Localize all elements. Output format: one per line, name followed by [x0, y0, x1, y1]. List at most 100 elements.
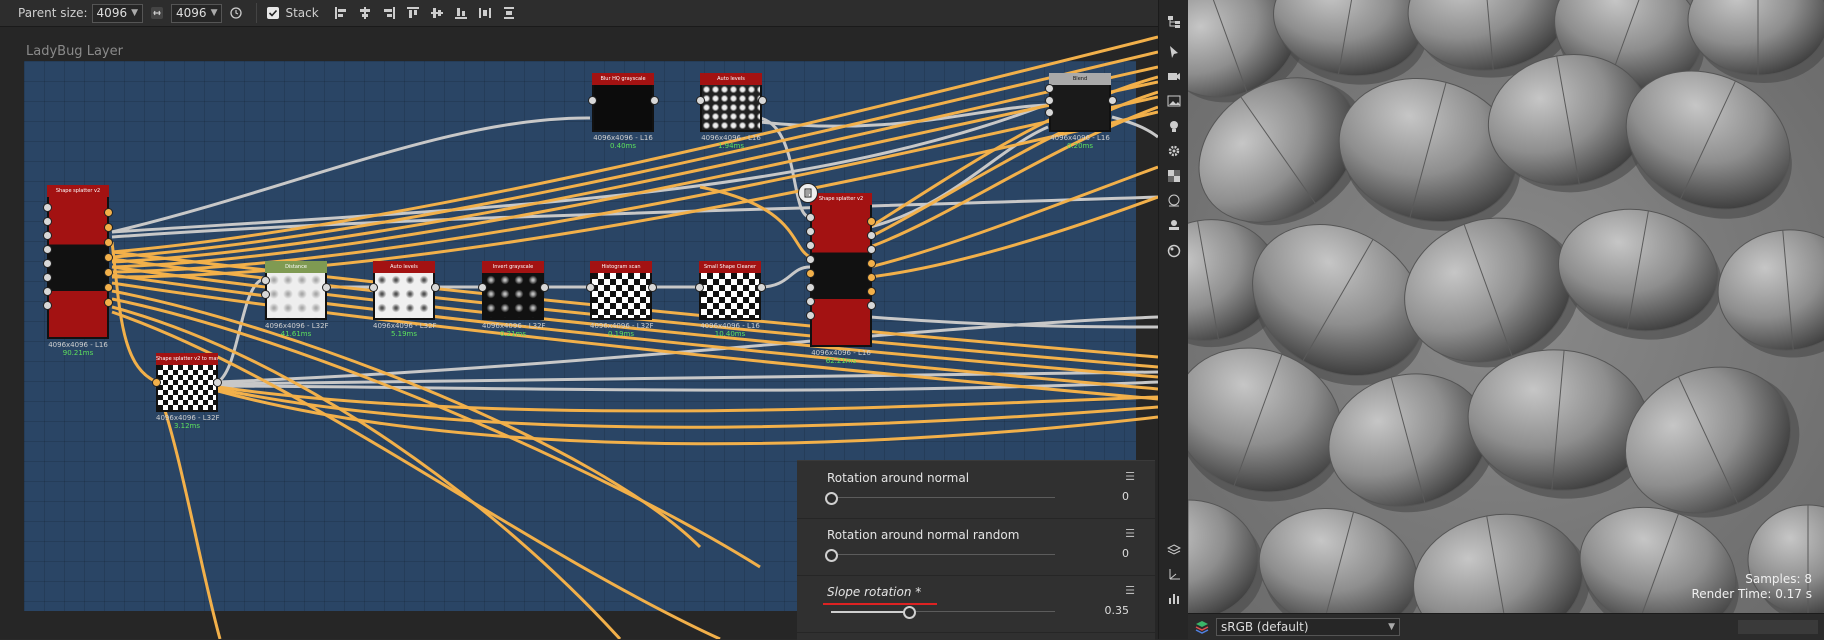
node-input-socket[interactable] — [43, 301, 52, 310]
node-input-socket[interactable] — [43, 231, 52, 240]
node-shape-splatter-mask[interactable]: Shape splatter v2 to mask 4096x4096 - L3… — [156, 353, 220, 430]
comment-icon[interactable] — [798, 183, 818, 203]
cursor-icon[interactable] — [1164, 42, 1184, 62]
horizontal-scrollbar[interactable] — [1738, 620, 1818, 634]
node-output-socket[interactable] — [104, 208, 113, 217]
node-input-socket[interactable] — [478, 283, 487, 292]
node-output-socket[interactable] — [104, 298, 113, 307]
light-bulb-icon[interactable] — [1164, 116, 1184, 136]
slider-handle[interactable] — [903, 606, 916, 619]
node-auto-levels[interactable]: Auto levels 4096x4096 - L32F 5.19ms — [373, 261, 437, 338]
stack-checkbox[interactable] — [267, 7, 280, 19]
list-menu-icon[interactable]: ☰ — [1125, 527, 1135, 540]
slider-track[interactable] — [831, 554, 1055, 555]
node-output-socket[interactable] — [867, 245, 876, 254]
node-input-socket[interactable] — [261, 290, 270, 299]
node-output-socket[interactable] — [867, 259, 876, 268]
property-rotation-around-normal[interactable]: Rotation around normal ☰ 0 — [797, 461, 1155, 519]
checker-icon[interactable] — [1164, 166, 1184, 186]
parent-size-select-b[interactable]: 4096 ▼ — [171, 3, 223, 23]
node-input-socket[interactable] — [1045, 96, 1054, 105]
node-input-socket[interactable] — [586, 283, 595, 292]
node-shape-splatter[interactable]: Shape splatter v2 4096x4096 - L16 90.21m… — [47, 185, 109, 357]
node-input-socket[interactable] — [696, 96, 705, 105]
distribute-horizontal-icon[interactable] — [475, 3, 495, 23]
node-output-socket[interactable] — [867, 273, 876, 282]
node-output-socket[interactable] — [758, 96, 767, 105]
node-auto-levels-top[interactable]: Auto levels 4096x4096 - L16 1.94ms — [700, 73, 762, 150]
axis-icon[interactable] — [1164, 564, 1184, 584]
property-value[interactable]: 0.35 — [1105, 604, 1130, 617]
node-input-socket[interactable] — [43, 217, 52, 226]
node-output-socket[interactable] — [104, 283, 113, 292]
node-output-socket[interactable] — [1108, 96, 1117, 105]
node-small-shape-cleaner[interactable]: Small Shape Cleaner 4096x4096 - L16 10.4… — [699, 261, 761, 338]
property-value[interactable]: 0 — [1122, 547, 1129, 560]
3d-viewport[interactable]: Samples: 8 Render Time: 0.17 s — [1188, 0, 1824, 613]
node-input-socket[interactable] — [261, 276, 270, 285]
align-right-icon[interactable] — [379, 3, 399, 23]
node-input-socket[interactable] — [43, 287, 52, 296]
node-input-socket[interactable] — [806, 269, 815, 278]
layers-icon[interactable] — [1164, 540, 1184, 560]
node-output-socket[interactable] — [104, 238, 113, 247]
node-input-socket[interactable] — [43, 259, 52, 268]
node-output-socket[interactable] — [867, 217, 876, 226]
link-icon[interactable] — [147, 3, 167, 23]
hierarchy-icon[interactable] — [1164, 12, 1184, 32]
image-icon[interactable] — [1164, 91, 1184, 111]
distribute-vertical-icon[interactable] — [499, 3, 519, 23]
stamp-icon[interactable] — [1164, 216, 1184, 236]
node-output-socket[interactable] — [867, 301, 876, 310]
list-menu-icon[interactable]: ☰ — [1125, 584, 1135, 597]
node-input-socket[interactable] — [588, 96, 597, 105]
align-center-icon[interactable] — [355, 3, 375, 23]
node-input-socket[interactable] — [1045, 108, 1054, 117]
node-output-socket[interactable] — [650, 96, 659, 105]
node-output-socket[interactable] — [757, 283, 766, 292]
node-input-socket[interactable] — [43, 273, 52, 282]
align-bottom-icon[interactable] — [451, 3, 471, 23]
node-input-socket[interactable] — [806, 213, 815, 222]
node-invert-grayscale[interactable]: Invert grayscale 4096x4096 - L32F 0.21ms — [482, 261, 546, 338]
node-output-socket[interactable] — [648, 283, 657, 292]
node-output-socket[interactable] — [867, 231, 876, 240]
list-menu-icon[interactable]: ☰ — [1125, 470, 1135, 483]
node-input-socket[interactable] — [806, 283, 815, 292]
align-top-icon[interactable] — [403, 3, 423, 23]
node-output-socket[interactable] — [867, 287, 876, 296]
align-left-icon[interactable] — [331, 3, 351, 23]
colorspace-select[interactable]: sRGB (default) ▼ — [1216, 618, 1400, 636]
node-output-socket[interactable] — [322, 283, 331, 292]
parent-size-select-a[interactable]: 4096 ▼ — [91, 3, 144, 23]
slider-track[interactable] — [831, 497, 1055, 498]
node-input-socket[interactable] — [806, 311, 815, 320]
node-input-socket[interactable] — [806, 255, 815, 264]
node-output-socket[interactable] — [213, 378, 222, 387]
node-input-socket[interactable] — [43, 245, 52, 254]
node-input-socket[interactable] — [152, 378, 161, 387]
node-input-socket[interactable] — [806, 241, 815, 250]
property-rotation-around-normal-random[interactable]: Rotation around normal random ☰ 0 — [797, 518, 1155, 576]
node-input-socket[interactable] — [1045, 84, 1054, 93]
node-shape-splatter-2[interactable]: Shape splatter v2 4096x4096 - L16 62.21m… — [810, 193, 872, 365]
node-histogram-scan[interactable]: Histogram scan 4096x4096 - L32F 0.19ms — [590, 261, 654, 338]
node-input-socket[interactable] — [806, 227, 815, 236]
node-output-socket[interactable] — [104, 253, 113, 262]
node-blur-hq[interactable]: Blur HQ grayscale 4096x4096 - L16 0.40ms — [592, 73, 654, 150]
align-middle-icon[interactable] — [427, 3, 447, 23]
node-distance[interactable]: Distance 4096x4096 - L32F 41.61ms — [265, 261, 329, 338]
node-blend[interactable]: Blend 4096x4096 - L16 0.20ms — [1049, 73, 1111, 150]
environment-icon[interactable] — [1164, 191, 1184, 211]
node-output-socket[interactable] — [104, 268, 113, 277]
gear-icon[interactable] — [1164, 141, 1184, 161]
reset-icon[interactable] — [226, 3, 246, 23]
slider-handle[interactable] — [825, 549, 838, 562]
node-input-socket[interactable] — [806, 297, 815, 306]
bar-chart-icon[interactable] — [1164, 588, 1184, 608]
camera-icon[interactable] — [1164, 66, 1184, 86]
node-input-socket[interactable] — [369, 283, 378, 292]
node-output-socket[interactable] — [540, 283, 549, 292]
node-output-socket[interactable] — [431, 283, 440, 292]
property-slope-rotation[interactable]: Slope rotation * ☰ 0.35 — [797, 575, 1155, 633]
